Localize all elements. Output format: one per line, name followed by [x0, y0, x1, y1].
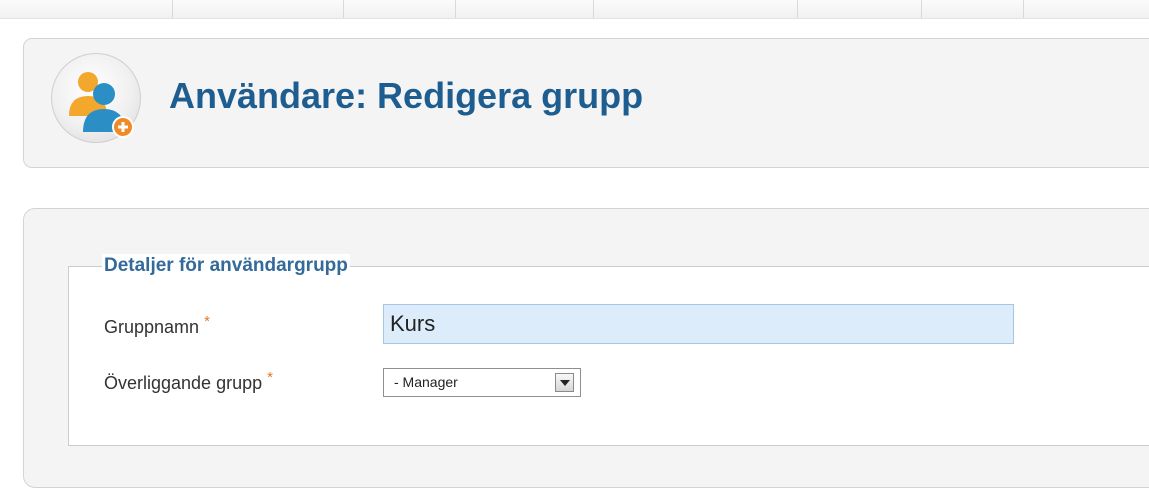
- top-menu-bar: [0, 0, 1149, 19]
- required-mark: *: [204, 313, 210, 330]
- parent-group-select[interactable]: - Manager: [383, 368, 581, 397]
- menu-item[interactable]: [594, 0, 798, 18]
- menu-item[interactable]: [798, 0, 922, 18]
- parent-group-label-text: Överliggande grupp: [104, 373, 263, 393]
- required-mark: *: [267, 369, 273, 386]
- menu-item[interactable]: [0, 0, 173, 18]
- menu-item[interactable]: [1024, 0, 1149, 18]
- parent-group-label: Överliggande grupp *: [104, 370, 273, 394]
- user-group-add-icon: [51, 53, 141, 143]
- menu-item[interactable]: [344, 0, 456, 18]
- menu-item[interactable]: [922, 0, 1024, 18]
- user-group-details-fieldset: [68, 266, 1149, 446]
- page-title: Användare: Redigera grupp: [169, 75, 644, 116]
- parent-group-selected-value: - Manager: [394, 374, 458, 390]
- chevron-down-icon[interactable]: [555, 373, 574, 392]
- menu-item[interactable]: [173, 0, 344, 18]
- menu-item[interactable]: [456, 0, 594, 18]
- fieldset-legend: Detaljer för användargrupp: [102, 254, 350, 278]
- page-header: Användare: Redigera grupp: [23, 38, 1149, 168]
- page: Användare: Redigera grupp Detaljer för a…: [0, 0, 1149, 504]
- group-name-label-text: Gruppnamn: [104, 317, 200, 337]
- group-name-input[interactable]: [383, 304, 1014, 344]
- group-name-label: Gruppnamn *: [104, 314, 210, 338]
